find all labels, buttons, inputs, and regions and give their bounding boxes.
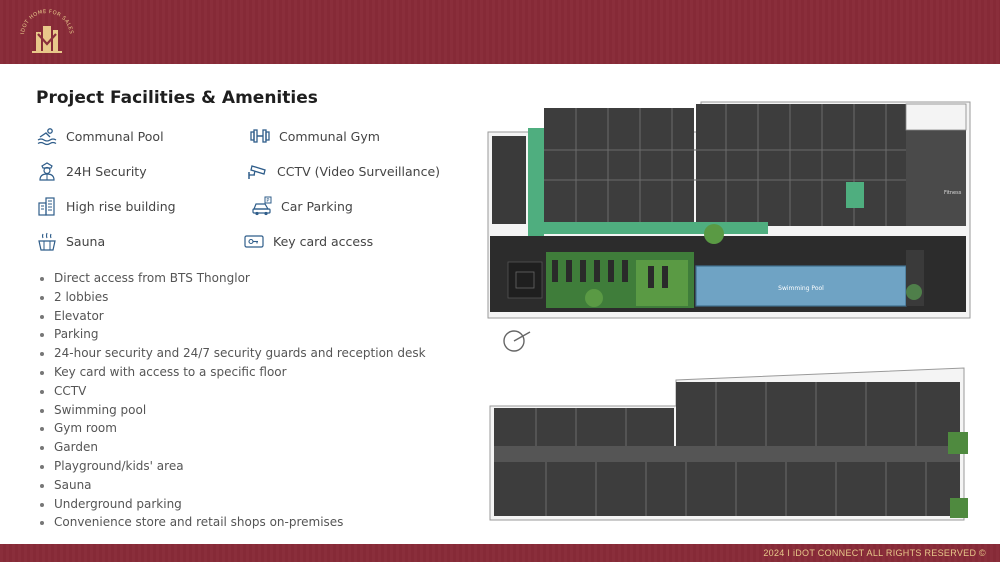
floor-plan-top: Swimming Pool Fitness (487, 101, 971, 319)
list-item: Sauna (38, 476, 426, 495)
list-item: 24-hour security and 24/7 security guard… (38, 344, 426, 363)
keycard-icon (244, 235, 264, 248)
copyright-text: 2024 I iDOT CONNECT ALL RIGHTS RESERVED … (763, 548, 986, 558)
amenity-label: High rise building (66, 198, 176, 214)
footer-bar: 2024 I iDOT CONNECT ALL RIGHTS RESERVED … (0, 544, 1000, 562)
list-item: 2 lobbies (38, 288, 426, 307)
amenity-communal-gym: Communal Gym (249, 124, 380, 148)
list-item: Direct access from BTS Thonglor (38, 269, 426, 288)
list-item: Playground/kids' area (38, 457, 426, 476)
building-icon (38, 197, 55, 216)
amenity-label: Car Parking (281, 198, 353, 214)
fitness-label: Fitness (944, 190, 962, 196)
security-guard-icon (39, 162, 55, 181)
list-item: Swimming pool (38, 401, 426, 420)
amenity-high-rise: High rise building (36, 194, 176, 218)
amenity-label: Communal Pool (66, 128, 164, 144)
amenity-label: Communal Gym (279, 128, 380, 144)
car-icon: P (252, 196, 272, 216)
brand-logo[interactable]: IDOT HOME FOR SALES (16, 6, 78, 58)
list-item: CCTV (38, 382, 426, 401)
compass-icon (503, 330, 531, 352)
cctv-icon (248, 165, 266, 179)
list-item: Underground parking (38, 495, 426, 514)
amenity-label: Sauna (66, 233, 106, 249)
svg-text:P: P (266, 198, 269, 204)
feature-list: Direct access from BTS Thonglor 2 lobbie… (38, 269, 426, 532)
list-item: Parking (38, 325, 426, 344)
amenity-label: Key card access (273, 233, 374, 249)
list-item: Gym room (38, 419, 426, 438)
list-item: Elevator (38, 307, 426, 326)
amenity-sauna: Sauna (36, 229, 105, 253)
list-item: Key card with access to a specific floor (38, 363, 426, 382)
amenity-label: 24H Security (66, 163, 147, 179)
amenity-car-parking: P Car Parking (251, 194, 353, 218)
list-item: Garden (38, 438, 426, 457)
page-title: Project Facilities & Amenities (36, 88, 318, 108)
floor-plan-bottom (489, 367, 968, 521)
amenity-cctv: CCTV (Video Surveillance) (247, 159, 440, 183)
amenity-key-card: Key card access (243, 229, 373, 253)
list-item: Convenience store and retail shops on-pr… (38, 513, 426, 532)
pool-icon (37, 128, 57, 146)
amenity-24h-security: 24H Security (36, 159, 147, 183)
amenity-label: CCTV (Video Surveillance) (277, 163, 441, 179)
amenity-communal-pool: Communal Pool (36, 124, 164, 148)
header-bar: IDOT HOME FOR SALES (0, 0, 1000, 64)
sauna-icon (38, 232, 56, 251)
dumbbell-icon (250, 129, 270, 143)
pool-label: Swimming Pool (778, 285, 824, 292)
